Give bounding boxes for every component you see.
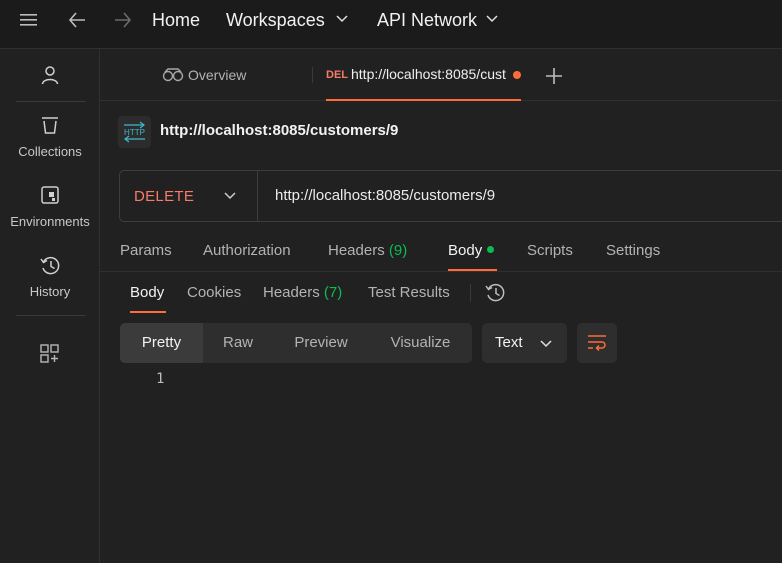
hamburger-icon[interactable] [20,13,38,27]
sidebar-item-configure-workbench[interactable] [0,335,100,375]
view-mode-pretty[interactable]: Pretty [120,323,203,363]
sidebar: Collections Environments History [0,49,100,563]
sidebar-divider [16,315,86,316]
response-tab-cookies[interactable]: Cookies [187,284,241,301]
chevron-down-icon [540,340,552,348]
sidebar-item-label: History [29,284,71,299]
chevron-down-icon [486,15,498,23]
wrap-lines-button[interactable] [577,323,617,363]
method-label: DELETE [134,188,195,205]
response-tab-headers[interactable]: Headers (7) [263,284,342,301]
url-input[interactable]: http://localhost:8085/customers/9 [275,187,495,204]
tab-scripts[interactable]: Scripts [527,242,573,259]
wrap-lines-icon [588,335,606,352]
overview-icon [162,68,184,82]
environments-icon [41,186,59,204]
arrow-left-icon[interactable] [68,11,87,29]
chevron-down-icon [224,192,236,200]
collections-icon [42,117,58,134]
response-tab-body[interactable]: Body [130,284,164,301]
sidebar-item-account[interactable] [0,49,100,101]
active-tab-underline [448,269,497,271]
tab-params[interactable]: Params [120,242,172,259]
sidebar-divider [16,101,86,102]
user-icon [41,66,59,85]
home-link[interactable]: Home [152,10,200,30]
format-label: Text [495,334,523,351]
sidebar-item-label: Environments [10,214,90,229]
tab-strip: Overview DEL http://localhost:8085/custo… [100,49,782,101]
response-headers-label: Headers [263,284,320,301]
tab-settings[interactable]: Settings [606,242,660,259]
tab-overview[interactable]: Overview [162,66,246,86]
history-icon [40,256,60,275]
tab-request-active[interactable]: DEL http://localhost:8085/customers/9 [326,49,521,101]
sidebar-item-collections[interactable]: Collections [0,109,100,169]
line-number: 1 [156,371,165,387]
tab-separator [312,67,313,83]
url-bar: DELETE http://localhost:8085/customers/9 [119,170,782,222]
tab-body-label: Body [448,242,483,259]
tab-authorization[interactable]: Authorization [203,242,291,259]
body-indicator-dot [487,246,495,253]
tab-method-badge: DEL [326,69,348,81]
response-headers-count: (7) [323,284,343,301]
top-bar: Home Workspaces API Network [0,0,782,49]
http-request-icon: HTTP [118,116,151,148]
chevron-down-icon [336,15,348,23]
view-mode-visualize[interactable]: Visualize [369,323,472,363]
tab-headers-label: Headers [328,242,385,259]
request-tabs: Params Authorization Headers (9) Body Sc… [100,232,782,272]
unsaved-indicator [513,71,521,79]
add-workbench-icon [40,344,59,363]
arrow-right-icon[interactable] [113,11,132,29]
response-tab-test-results[interactable]: Test Results [368,284,450,301]
sidebar-item-history[interactable]: History [0,249,100,309]
headers-count: (9) [388,242,408,259]
tab-url-label: http://localhost:8085/customers/9 [351,66,506,82]
view-mode-raw[interactable]: Raw [203,323,273,363]
tab-body[interactable]: Body [448,242,495,259]
request-title[interactable]: http://localhost:8085/customers/9 [160,122,398,139]
response-tabs: Body Cookies Headers (7) Test Results [100,272,782,316]
workspaces-label: Workspaces [226,10,325,30]
sidebar-item-environments[interactable]: Environments [0,179,100,239]
http-icon-text: HTTP [124,128,145,137]
history-icon[interactable] [485,283,506,303]
api-network-label: API Network [377,10,478,30]
workspaces-menu[interactable]: Workspaces [226,10,348,30]
response-tabs-separator [470,284,471,302]
view-mode-preview[interactable]: Preview [273,323,369,363]
response-active-underline [130,311,166,313]
tab-overview-label: Overview [188,67,247,83]
api-network-menu[interactable]: API Network [377,10,498,30]
method-dropdown[interactable]: DELETE [120,171,258,221]
view-mode-segmented: Pretty Raw Preview Visualize [120,323,472,363]
sidebar-item-label: Collections [18,144,82,159]
plus-icon[interactable] [545,67,563,85]
format-dropdown[interactable]: Text [482,323,567,363]
tab-headers[interactable]: Headers (9) [328,242,407,259]
